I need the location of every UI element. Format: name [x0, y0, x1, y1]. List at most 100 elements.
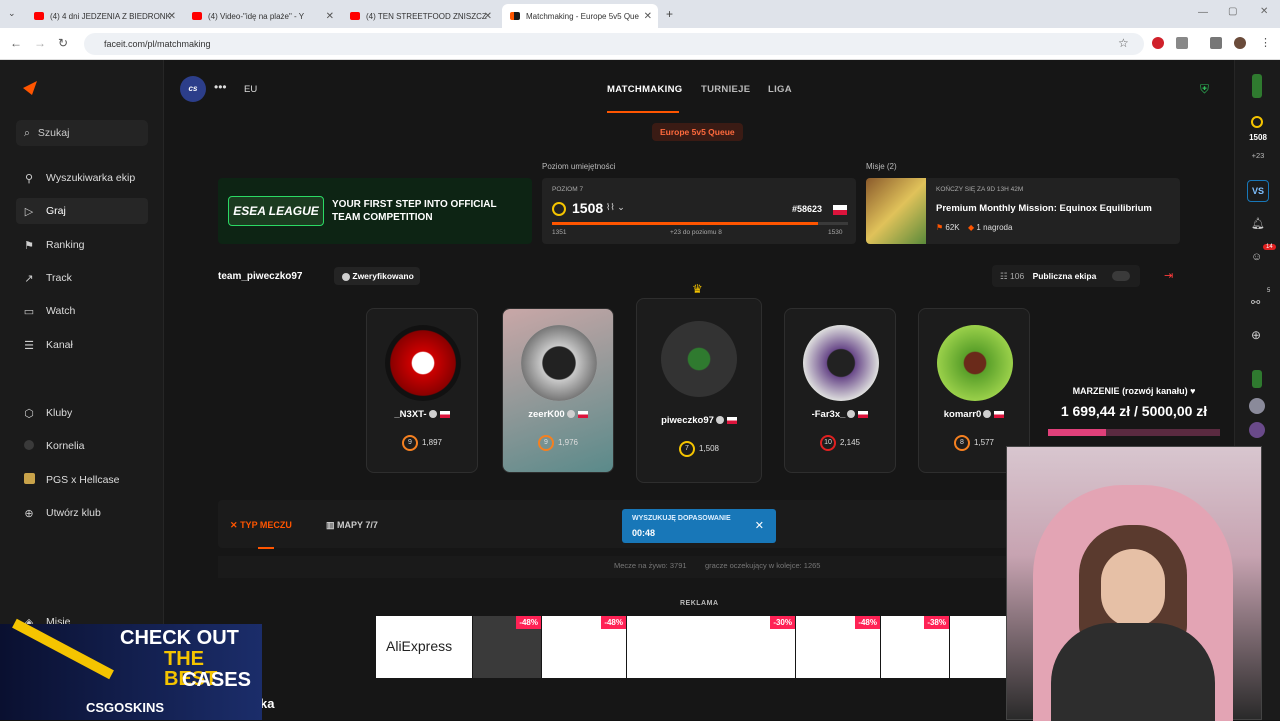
game-selector-cs-logo[interactable]: cs — [180, 76, 206, 102]
ad-label: REKLAMA — [680, 600, 719, 607]
close-window-button[interactable]: ✕ — [1260, 6, 1268, 17]
bookmark-star-icon[interactable]: ☆ — [1118, 36, 1129, 50]
avatar[interactable] — [1252, 370, 1262, 388]
player-slot-1[interactable]: _N3XT- 9 1,897 — [366, 308, 478, 473]
url-input[interactable]: faceit.com/pl/matchmaking — [84, 33, 1144, 55]
donation-goal-amounts: 1 699,44 zł / 5000,00 zł — [1060, 403, 1208, 419]
avatar[interactable] — [1249, 422, 1265, 438]
match-type-tab[interactable]: ✕ TYP MECZU — [230, 520, 292, 531]
csgoskins-promo[interactable]: CHECK OUT THE BEST CASES CSGOSKINS — [0, 618, 262, 720]
level-badge-icon — [1251, 116, 1263, 128]
browser-tab-1[interactable]: (4) 4 dni JEDZENIA Z BIEDRONK ✕ — [26, 4, 182, 28]
ad-product[interactable]: -48% — [796, 616, 880, 678]
verified-icon — [715, 416, 724, 425]
discount-badge: -38% — [924, 616, 949, 629]
browser-tab-3[interactable]: (4) TEN STREETFOOD ZNISZCZ ✕ — [342, 4, 498, 28]
player-slot-3-leader[interactable]: piweczko97 7 1,508 — [636, 298, 762, 483]
back-button[interactable]: ← — [10, 36, 22, 50]
extensions-puzzle-icon[interactable] — [1176, 37, 1188, 49]
live-matches-count: Mecze na żywo: 3791 — [614, 561, 687, 570]
sidebar-item-ranking[interactable]: ⚑ Ranking — [16, 232, 148, 258]
more-options-icon[interactable]: ••• — [214, 80, 227, 94]
elo-max: 1530 — [828, 229, 843, 236]
public-party-label: Publiczna ekipa — [1032, 271, 1097, 281]
menu-dots-icon[interactable]: ⋮ — [1260, 36, 1271, 49]
bell-icon[interactable]: 🔔︎ — [1251, 217, 1265, 230]
maps-tab[interactable]: ▥ MAPY 7/7 — [326, 520, 378, 531]
faceit-icon — [510, 12, 520, 20]
close-icon[interactable]: ✕ — [326, 11, 334, 22]
close-icon[interactable]: ✕ — [644, 11, 652, 22]
skill-level-card[interactable]: POZIOM 7 1508 ⌇⌇ ⌄ #58623 1351 +23 do po… — [542, 178, 856, 244]
faceit-page: ⌕ Szukaj ⚲ Wyszukiwarka ekip ▷ Graj ⚑ Ranki… — [0, 60, 1280, 721]
discount-badge: -30% — [770, 616, 795, 629]
region-label[interactable]: EU — [244, 84, 257, 95]
tab-list-icon[interactable]: ⌄ — [8, 8, 16, 19]
ad-product[interactable]: -48% — [473, 616, 541, 678]
new-tab-button[interactable]: + — [666, 7, 673, 21]
tab-tournaments[interactable]: TURNIEJE — [701, 84, 750, 95]
cancel-search-button[interactable]: ✕ — [755, 519, 764, 532]
party-icon[interactable]: ⚯ — [1251, 296, 1260, 309]
avatar[interactable] — [1252, 74, 1262, 98]
maximize-button[interactable]: ▢ — [1228, 6, 1237, 17]
leave-party-icon[interactable]: ⇥ — [1164, 269, 1173, 282]
avatar[interactable] — [1249, 398, 1265, 414]
track-icon: ↗ — [24, 272, 34, 285]
public-party-toggle[interactable]: ☷ 106 Publiczna ekipa — [992, 265, 1140, 287]
discount-badge: -48% — [516, 616, 541, 629]
sidebar-item-play[interactable]: ▷ Graj — [16, 198, 148, 224]
close-icon[interactable]: ✕ — [484, 11, 492, 22]
profile-avatar[interactable] — [1234, 37, 1246, 49]
minimize-button[interactable]: — — [1198, 7, 1208, 18]
party-count-badge: 5 — [1267, 288, 1271, 294]
mission-card[interactable]: KOŃCZY SIĘ ZA 9D 13H 42M Premium Monthly… — [866, 178, 1180, 244]
friends-icon[interactable]: ☺ — [1251, 251, 1262, 263]
ad-product[interactable]: -30% — [627, 616, 795, 678]
watch-icon: ▭ — [23, 305, 35, 318]
sidebar-item-kornelia[interactable]: Kornelia — [16, 433, 148, 459]
sidebar-item-feed[interactable]: ☰ Kanał — [16, 332, 148, 358]
reading-list-icon[interactable] — [1210, 37, 1222, 49]
close-icon[interactable]: ✕ — [168, 11, 176, 22]
sidebar-item-team-finder[interactable]: ⚲ Wyszukiwarka ekip — [16, 165, 148, 191]
browser-tab-active[interactable]: Matchmaking - Europe 5v5 Que ✕ — [502, 4, 658, 28]
tab-matchmaking[interactable]: MATCHMAKING — [607, 84, 682, 95]
sidebar-item-watch[interactable]: ▭ Watch — [16, 298, 148, 324]
ranking-position: #58623 — [792, 204, 823, 214]
tab-title: (4) 4 dni JEDZENIA Z BIEDRONK — [50, 11, 171, 21]
sidebar-item-create-club[interactable]: ⊕ Utwórz klub — [16, 500, 148, 526]
player-elo: 9 1,976 — [503, 435, 613, 451]
player-slot-2[interactable]: zeerK00 9 1,976 — [502, 308, 614, 473]
play-icon: ▷ — [24, 205, 34, 218]
members-count: 106 — [1010, 271, 1025, 281]
sidebar-item-pgs-hellcase[interactable]: PGS x Hellcase — [16, 467, 148, 493]
sidebar-item-label: Graj — [46, 205, 66, 217]
browser-tab-2[interactable]: (4) Video-"idę na plaże" - Y ✕ — [184, 4, 340, 28]
reload-button[interactable]: ↻ — [58, 36, 68, 50]
versus-icon[interactable]: VS — [1247, 180, 1269, 202]
ad-product[interactable]: -48% — [542, 616, 626, 678]
searching-match-panel[interactable]: WYSZUKUJĘ DOPASOWANIE 00:48 ✕ — [622, 509, 776, 543]
esea-league-banner[interactable]: ESEA LEAGUE YOUR FIRST STEP INTO OFFICIA… — [218, 178, 532, 244]
aliexpress-ad[interactable]: AliExpress — [376, 616, 472, 678]
player-slot-4[interactable]: -Far3x_ 10 2,145 — [784, 308, 896, 473]
plus-circle-icon[interactable]: ⊕ — [1251, 328, 1261, 342]
sidebar-item-track[interactable]: ↗ Track — [16, 265, 148, 291]
extension-icon[interactable] — [1152, 37, 1164, 49]
player-name-text: komarr0 — [943, 409, 982, 420]
queue-name-badge[interactable]: Europe 5v5 Queue — [652, 123, 743, 141]
anticheat-shield-icon[interactable]: ⛨ — [1200, 82, 1209, 97]
team-name[interactable]: team_piweczko97 — [218, 271, 303, 282]
search-label: Szukaj — [37, 127, 70, 139]
toggle-switch[interactable] — [1112, 271, 1130, 281]
search-button[interactable]: ⌕ Szukaj — [16, 120, 148, 146]
forward-button[interactable]: → — [34, 36, 46, 50]
mission-points: ⚑ 62K — [936, 223, 960, 232]
tab-league[interactable]: LIGA — [768, 84, 792, 95]
ad-product[interactable] — [950, 616, 1008, 678]
ad-product[interactable]: -38% — [881, 616, 949, 678]
sidebar-item-clubs[interactable]: ⬡ Kluby — [16, 400, 148, 426]
csgoskins-logo: CSGOSKINS — [86, 700, 165, 715]
faceit-logo[interactable] — [22, 80, 38, 96]
